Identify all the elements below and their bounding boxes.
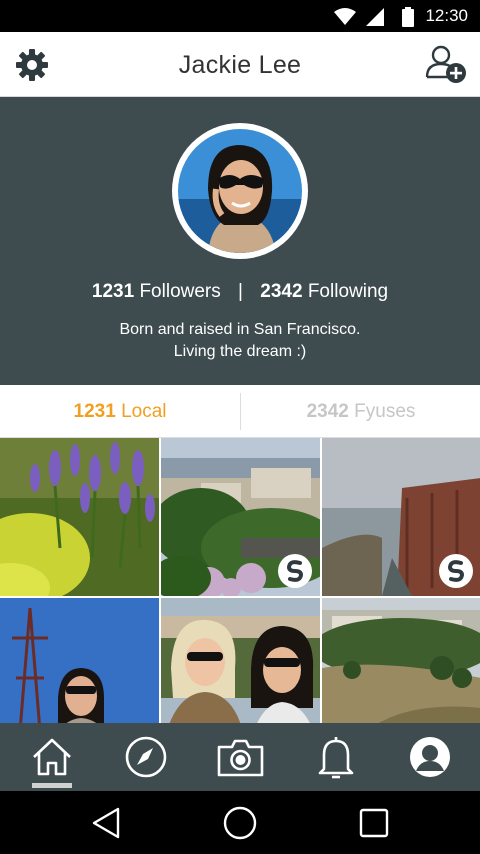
fyuse-badge <box>278 554 312 588</box>
following-label: Following <box>307 281 389 302</box>
profile-bio: Born and raised in San Francisco. Living… <box>0 319 480 363</box>
fyuse-badge <box>439 554 473 588</box>
add-friend-icon[interactable] <box>424 44 468 84</box>
tab-local-label: Local <box>121 401 167 422</box>
counts-separator: | <box>238 281 243 302</box>
photo-tile[interactable] <box>161 438 320 596</box>
profile-icon[interactable] <box>406 733 454 781</box>
followers-link[interactable]: 1231 Followers <box>92 281 221 302</box>
app-header: Jackie Lee <box>0 32 480 97</box>
following-link[interactable]: 2342 Following <box>260 281 388 302</box>
status-bar: 12:30 <box>0 0 480 32</box>
tab-fyuses-label: Fyuses <box>354 401 416 422</box>
wifi-icon <box>334 8 356 25</box>
tab-local[interactable]: 1231 Local <box>0 385 240 438</box>
tab-fyuses-count: 2342 <box>306 401 349 422</box>
home-circle-icon[interactable] <box>222 805 258 841</box>
photo-tile[interactable] <box>161 598 320 723</box>
compass-icon[interactable] <box>122 733 170 781</box>
followers-label: Followers <box>139 281 221 302</box>
battery-icon <box>402 7 414 27</box>
photo-grid <box>0 438 480 723</box>
signal-icon <box>366 8 384 26</box>
camera-icon[interactable] <box>216 733 264 781</box>
bottom-nav <box>0 723 480 791</box>
photo-tile[interactable] <box>0 438 159 596</box>
avatar[interactable] <box>172 123 308 259</box>
back-icon[interactable] <box>88 805 124 841</box>
bio-line-2: Living the dream :) <box>173 343 307 360</box>
tab-fyuses[interactable]: 2342 Fyuses <box>241 385 480 438</box>
content-tabs: 1231 Local 2342 Fyuses <box>0 385 480 438</box>
nav-active-indicator <box>32 783 72 788</box>
system-nav-bar <box>0 791 480 854</box>
recents-icon[interactable] <box>356 805 392 841</box>
photo-tile[interactable] <box>322 598 480 723</box>
status-time: 12:30 <box>425 6 468 25</box>
bell-icon[interactable] <box>312 733 360 781</box>
home-icon[interactable] <box>28 733 76 781</box>
profile-section: 1231 Followers | 2342 Following Born and… <box>0 97 480 385</box>
photo-tile[interactable] <box>322 438 480 596</box>
page-title: Jackie Lee <box>178 51 302 79</box>
photo-tile[interactable] <box>0 598 159 723</box>
bio-line-1: Born and raised in San Francisco. <box>119 321 361 338</box>
follow-counts: 1231 Followers | 2342 Following <box>0 281 480 303</box>
following-count: 2342 <box>260 281 303 302</box>
followers-count: 1231 <box>91 281 135 302</box>
tab-local-count: 1231 <box>73 401 116 422</box>
